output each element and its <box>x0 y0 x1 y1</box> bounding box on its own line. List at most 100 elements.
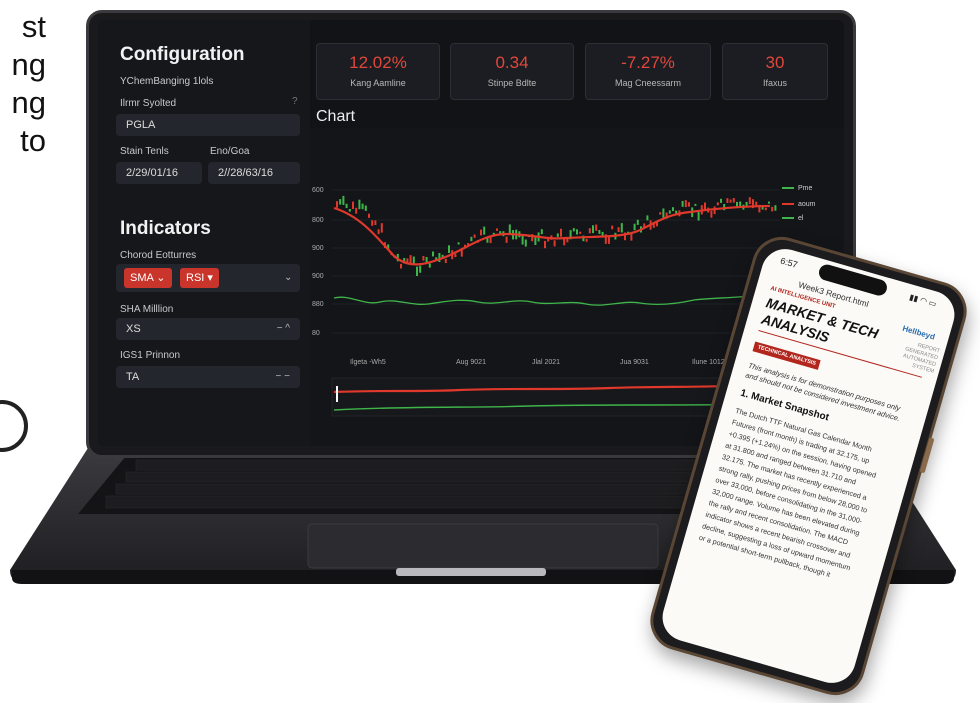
metric-value: 30 <box>765 53 785 72</box>
candle <box>448 245 450 253</box>
candle <box>729 199 732 203</box>
candle <box>659 212 662 215</box>
candle <box>556 233 559 237</box>
field1-label: Ilrmr Syolted <box>120 98 177 109</box>
candle <box>668 210 671 214</box>
candle <box>611 225 614 230</box>
left-text-line: ng <box>11 85 46 120</box>
metric-value: 12.02% <box>349 53 407 72</box>
metric-value: 0.34 <box>495 53 529 72</box>
candle <box>563 238 566 246</box>
candle <box>432 251 434 257</box>
chip-rsi[interactable]: RSI ▾ <box>180 268 219 288</box>
chip-sma[interactable]: SMA ⌄ <box>124 268 172 288</box>
candle <box>380 223 383 233</box>
candle <box>348 209 351 212</box>
candle <box>342 195 345 205</box>
side-note: REPORT GENERATED AUTOMATED SYSTEM <box>900 339 940 375</box>
metric-label: Stinpe Bdlte <box>487 78 537 88</box>
status-time: 6:57 <box>779 255 799 270</box>
candle <box>688 202 690 207</box>
end-label: Eno/Goa <box>210 146 250 157</box>
metric-card: -7.27% Mag Cneessarm <box>585 43 711 100</box>
candle <box>601 231 604 236</box>
candle <box>710 210 713 218</box>
y-tick: 900 <box>312 273 324 280</box>
candle <box>499 231 502 234</box>
candle <box>336 201 338 208</box>
chevron-down-icon[interactable]: ⌄ <box>284 272 292 283</box>
x-tick: Aug 9021 <box>456 359 486 366</box>
chip-remove-icon[interactable]: ⌄ <box>156 272 165 284</box>
candle <box>377 229 380 235</box>
chip-remove-icon[interactable]: ▾ <box>207 272 213 284</box>
candle <box>544 240 546 249</box>
candle <box>483 226 486 235</box>
candle <box>774 205 777 211</box>
candle <box>771 206 774 212</box>
x-tick: Ilgeta -Wh5 <box>350 359 386 366</box>
metric-label: Kang Aamline <box>350 78 406 88</box>
candle <box>636 219 639 225</box>
left-text-fragment: st ng ng to <box>0 8 60 160</box>
rsi-value: TA <box>126 371 140 383</box>
candle <box>540 229 543 235</box>
rsi-label: IGS1 Prinnon <box>120 350 181 361</box>
candle <box>588 228 591 234</box>
legend-label: Pme <box>798 185 813 192</box>
candle <box>697 211 700 221</box>
sma-input[interactable]: XS − ^ <box>116 318 300 340</box>
candle <box>694 203 697 206</box>
candle <box>419 265 422 273</box>
chip-rsi-label: RSI <box>186 272 205 284</box>
x-tick: Ilune 1012 <box>692 359 725 366</box>
candle <box>585 239 588 242</box>
candle <box>764 207 767 211</box>
y-tick: 900 <box>312 245 324 252</box>
end-date-input[interactable]: 2//28/63/16 <box>208 162 300 184</box>
candle <box>681 200 684 207</box>
candle <box>745 201 748 206</box>
stepper-icon[interactable]: − − <box>276 366 290 388</box>
symbol-input[interactable]: PGLA <box>116 114 300 136</box>
candle <box>444 258 447 263</box>
navigator-handle[interactable] <box>336 386 338 402</box>
start-label: Stain Tenls <box>120 146 169 157</box>
candle <box>592 225 594 234</box>
candle <box>620 223 623 233</box>
metric-card: 12.02% Kang Aamline <box>316 43 440 100</box>
candle <box>630 233 633 241</box>
x-tick: Jlal 2021 <box>532 359 560 366</box>
candle <box>579 231 582 234</box>
candle <box>534 236 537 245</box>
candle <box>553 240 556 247</box>
metric-card: 30 Ifaxus <box>722 43 828 100</box>
candle <box>566 238 569 243</box>
candle <box>368 213 370 218</box>
indicators-label: Chorod Eotturres <box>120 250 197 261</box>
candle <box>505 236 508 243</box>
candle <box>371 220 374 226</box>
candle <box>364 205 367 211</box>
help-icon[interactable]: ? <box>292 96 298 107</box>
candle <box>560 228 562 237</box>
candle <box>704 202 706 210</box>
candle <box>617 227 620 232</box>
stepper-icon[interactable]: − ^ <box>277 318 290 340</box>
rsi-input[interactable]: TA − − <box>116 366 300 388</box>
metric-label: Ifaxus <box>762 78 787 88</box>
candle <box>716 202 719 206</box>
y-tick: 80 <box>312 330 320 337</box>
candle <box>480 229 482 236</box>
sidebar: Configuration YChemBanging 1lols Ilrmr S… <box>98 20 310 446</box>
candle <box>572 228 575 232</box>
candle <box>521 235 524 245</box>
left-text-line: to <box>20 123 46 158</box>
candle <box>339 199 342 205</box>
left-text-line: ng <box>11 47 46 82</box>
start-date-input[interactable]: 2/29/01/16 <box>116 162 202 184</box>
sma-value: XS <box>126 323 141 335</box>
metric-label: Mag Cneessarm <box>614 78 682 88</box>
circle-decoration <box>0 400 28 452</box>
candle <box>454 253 457 258</box>
